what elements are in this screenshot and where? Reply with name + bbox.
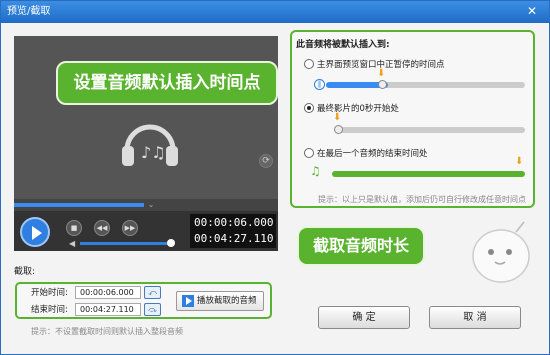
screenshot-icon[interactable]: ⟳ — [259, 154, 273, 168]
slider-knob[interactable] — [378, 80, 387, 89]
time-display: 00:00:06.000 00:04:27.110 — [190, 214, 276, 248]
option-label: 在最后一个音频的结束时间处 — [317, 149, 428, 159]
crop-panel: 开始时间: 00:00:06.000 ⤺ 结束时间: 00:04:27.110 … — [15, 282, 272, 319]
start-time-input[interactable]: 00:00:06.000 — [75, 286, 141, 299]
marker-arrow-icon: ⬇ — [515, 156, 524, 167]
radio-paused-point[interactable] — [304, 59, 314, 69]
stop-button[interactable]: ■ — [66, 220, 82, 236]
volume-slider[interactable] — [80, 242, 172, 245]
slider-film-start[interactable] — [334, 127, 525, 133]
chevron-down-icon[interactable]: ⌄ — [144, 199, 158, 211]
panel-hint: 提示：以上只是默认值，添加后仍可自行修改成任意时间点 — [318, 195, 526, 204]
start-time-label: 开始时间: — [31, 288, 68, 298]
total-time: 00:04:27.110 — [194, 232, 274, 245]
seek-bar[interactable]: ⌄ — [14, 199, 278, 211]
next-button[interactable]: ▶▶ — [122, 220, 138, 236]
title-bar: 预览/截取 ✕ — [1, 1, 549, 23]
svg-text:♪♫: ♪♫ — [141, 143, 166, 162]
insert-position-panel: 此音频将被默认插入到: 主界面预览窗口中正暂停的时间点 ⬇ ‖ 最终影片的0秒开… — [290, 30, 535, 208]
crop-section-label: 截取: — [14, 267, 36, 277]
prev-button[interactable]: ◀◀ — [94, 220, 110, 236]
current-time: 00:00:06.000 — [194, 216, 274, 229]
crop-hint: 提示：不设置截取时间则默认插入整段音频 — [31, 327, 183, 336]
window-title: 预览/截取 — [7, 6, 51, 17]
play-button[interactable] — [20, 217, 50, 247]
option-paused-point[interactable]: 主界面预览窗口中正暂停的时间点 — [304, 58, 445, 70]
play-crop-button[interactable]: 播放截取的音频 — [176, 291, 264, 311]
play-crop-label: 播放截取的音频 — [197, 296, 257, 306]
player-controls: ■ ◀◀ ▶▶ ◀ 00:00:06.000 00:04:27.110 — [14, 211, 278, 251]
volume-knob[interactable] — [167, 239, 175, 247]
close-button[interactable]: ✕ — [519, 3, 545, 20]
music-note-icon: ♫ — [310, 164, 321, 178]
seek-progress — [14, 203, 144, 207]
dialog-window: 预览/截取 ✕ ♪♫ ⟳ ⌄ ■ ◀◀ ▶▶ ◀ 00:00:06.000 00… — [0, 0, 550, 355]
ok-button[interactable]: 确 定 — [318, 306, 410, 329]
option-film-start[interactable]: 最终影片的0秒开始处 — [304, 102, 399, 114]
crop-duration-callout: 截取音频时长 — [297, 226, 425, 266]
slider-last-audio-end[interactable] — [332, 171, 525, 177]
marker-arrow-icon: ⬇ — [377, 68, 386, 79]
end-time-label: 结束时间: — [31, 305, 68, 315]
play-icon — [182, 295, 194, 307]
insert-time-callout: 设置音频默认插入时间点 — [56, 61, 278, 105]
option-last-audio-end[interactable]: 在最后一个音频的结束时间处 — [304, 147, 428, 159]
mascot-icon — [472, 221, 530, 283]
cancel-button[interactable]: 取 消 — [429, 306, 521, 329]
volume-icon: ◀ — [69, 239, 76, 248]
slider-paused-point[interactable] — [326, 82, 525, 88]
end-time-input[interactable]: 00:04:27.110 — [75, 303, 141, 316]
headphones-icon: ♪♫ — [122, 124, 178, 166]
panel-title: 此音频将被默认插入到: — [296, 40, 390, 50]
pause-icon: ‖ — [314, 79, 325, 90]
radio-film-start[interactable] — [304, 103, 314, 113]
set-end-button[interactable]: ⤼ — [144, 303, 161, 316]
set-start-button[interactable]: ⤺ — [144, 286, 161, 299]
option-label: 最终影片的0秒开始处 — [317, 104, 399, 114]
marker-arrow-icon: ⬇ — [333, 112, 342, 123]
radio-last-audio-end[interactable] — [304, 148, 314, 158]
slider-knob[interactable] — [334, 125, 343, 134]
